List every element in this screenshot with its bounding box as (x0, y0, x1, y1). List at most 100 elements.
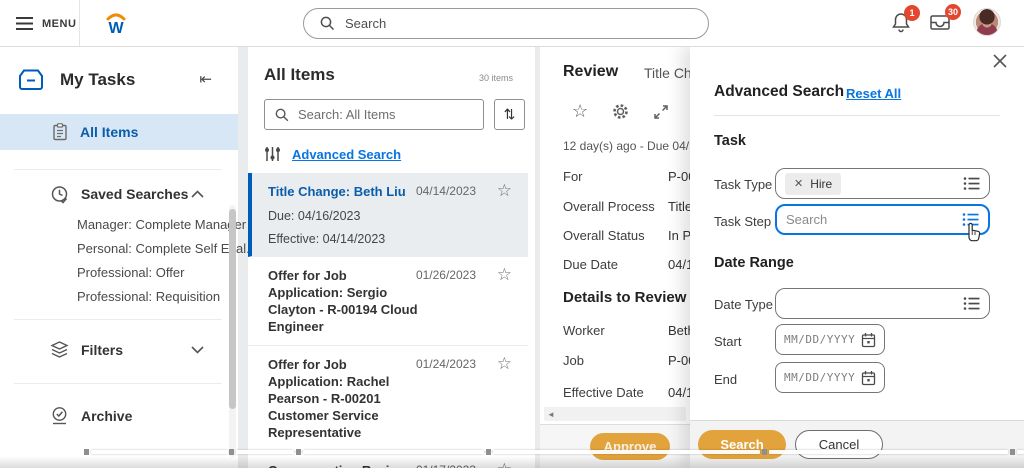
clock-icon (50, 185, 69, 204)
remove-chip-icon[interactable]: ✕ (794, 177, 803, 190)
menu-button[interactable]: MENU (16, 0, 76, 47)
star-icon[interactable]: ☆ (497, 265, 512, 285)
horizontal-scrollbar[interactable]: ◄ (544, 407, 686, 421)
chevron-up-icon[interactable] (191, 190, 204, 198)
task-type-input[interactable]: ✕ Hire (775, 168, 990, 199)
gear-icon[interactable] (611, 102, 630, 121)
task-title: Offer for Job Application: Sergio Clayto… (268, 268, 418, 334)
date-type-input[interactable] (775, 288, 990, 319)
approve-button[interactable]: Approve (590, 433, 670, 460)
task-list-item[interactable]: Compensation Review: Global Support Lead… (248, 452, 528, 468)
hamburger-icon (16, 17, 33, 30)
advanced-search-title: Advanced Search (714, 83, 845, 100)
global-search-bar[interactable]: Search (303, 8, 709, 39)
svg-text:W: W (108, 20, 124, 37)
task-list-item[interactable]: Offer for Job Application: Rachel Pearso… (248, 346, 528, 452)
saved-search-item[interactable]: Professional: Requisition (77, 289, 220, 304)
layers-icon (50, 341, 69, 359)
archive-check-icon (50, 406, 69, 426)
task-list-item[interactable]: Title Change: Beth Liu Due: 04/16/2023 E… (248, 173, 528, 257)
review-title: Review (563, 63, 619, 80)
list-search-input[interactable]: Search: All Items (264, 99, 484, 130)
chevron-down-icon[interactable] (191, 346, 204, 354)
sidebar-item-filters[interactable]: Filters (0, 337, 238, 363)
date-range-section-title: Date Range (714, 255, 794, 271)
task-step-search-field[interactable] (786, 212, 926, 227)
calendar-icon[interactable] (861, 332, 876, 348)
saved-searches-label: Saved Searches (81, 186, 189, 202)
start-date-label: Start (714, 334, 742, 349)
list-search-placeholder: Search: All Items (298, 107, 396, 122)
my-tasks-sidebar: My Tasks ⇤ All Items Saved Searches Mana… (0, 47, 261, 468)
clipboard-icon (52, 123, 68, 141)
task-title: Title Change: Beth Liu (268, 184, 406, 199)
scroll-left-icon[interactable]: ◄ (547, 410, 555, 419)
reset-all-link[interactable]: Reset All (846, 86, 901, 101)
sidebar-divider (14, 319, 222, 320)
sidebar-scrollbar[interactable] (229, 205, 236, 457)
field-value: P-000 (668, 353, 690, 368)
search-button[interactable]: Search (698, 430, 786, 459)
review-field-row: Due Date 04/1 (563, 257, 690, 272)
profile-avatar[interactable] (973, 8, 1001, 36)
task-date: 01/26/2023 (415, 268, 476, 282)
advanced-search-link[interactable]: Advanced Search (264, 146, 401, 162)
review-footer: Approve (540, 424, 690, 468)
sidebar-item-all-items[interactable]: All Items (0, 114, 238, 150)
all-items-panel: All Items 30 items Search: All Items ⇅ A… (248, 47, 535, 468)
list-panel-title: All Items (264, 65, 335, 84)
global-search-placeholder: Search (345, 16, 387, 31)
advanced-search-label: Advanced Search (292, 146, 402, 162)
top-bar: MENU W Search 1 30 (0, 0, 1024, 47)
field-value: Title (668, 199, 690, 214)
notifications-button[interactable]: 1 (890, 5, 926, 39)
advanced-search-panel: Advanced Search Reset All Task Task Type… (690, 45, 1024, 468)
task-step-label: Task Step (714, 214, 772, 229)
field-label: Overall Process (563, 199, 655, 214)
advanced-search-footer: Search Cancel (690, 420, 1024, 468)
task-date: 01/17/2023 (416, 463, 476, 468)
start-date-input[interactable]: MM/DD/YYYY (775, 324, 885, 355)
list-menu-icon[interactable] (963, 296, 980, 311)
task-step-input[interactable] (775, 204, 990, 235)
star-icon[interactable]: ☆ (572, 101, 588, 122)
workday-my-tasks-screen: MENU W Search 1 30 My Tasks ⇤ All Items … (0, 0, 1024, 468)
expand-icon[interactable] (653, 104, 669, 120)
star-icon[interactable]: ☆ (497, 354, 512, 374)
sidebar-item-saved-searches[interactable]: Saved Searches (0, 181, 238, 207)
sort-button[interactable]: ⇅ (494, 99, 525, 130)
cancel-button[interactable]: Cancel (795, 430, 883, 459)
close-icon[interactable] (992, 53, 1010, 71)
task-list: Title Change: Beth Liu Due: 04/16/2023 E… (248, 173, 528, 468)
saved-search-item[interactable]: Professional: Offer (77, 265, 184, 280)
archive-label: Archive (81, 408, 133, 424)
inbox-button[interactable]: 30 (928, 4, 968, 39)
field-value: Beth L (668, 323, 690, 338)
items-count: 30 items (478, 73, 513, 83)
task-type-chip[interactable]: ✕ Hire (785, 172, 842, 195)
sliders-icon (264, 146, 281, 162)
end-date-label: End (714, 372, 738, 387)
search-icon (320, 16, 335, 31)
sidebar-scrollbar-thumb[interactable] (229, 209, 236, 409)
calendar-icon[interactable] (861, 370, 876, 386)
review-detail-row: Effective Date 04/14 (563, 385, 690, 400)
mouse-hand-cursor (962, 220, 984, 244)
star-icon[interactable]: ☆ (497, 460, 512, 468)
star-icon[interactable]: ☆ (497, 181, 512, 201)
task-date: 01/24/2023 (415, 357, 476, 371)
inbox-badge: 30 (945, 4, 962, 20)
end-date-input[interactable]: MM/DD/YYYY (775, 362, 885, 393)
search-icon (275, 108, 289, 122)
list-menu-icon[interactable] (963, 176, 980, 191)
details-to-review-title: Details to Review (563, 289, 687, 306)
sidebar-header: My Tasks ⇤ (16, 63, 222, 97)
field-label: Overall Status (563, 228, 645, 243)
workday-logo[interactable]: W (102, 9, 130, 37)
sidebar-item-archive[interactable]: Archive (0, 403, 238, 429)
task-effective: Effective: 04/14/2023 (268, 232, 386, 246)
sidebar-all-items-label: All Items (80, 124, 139, 140)
task-list-item[interactable]: Offer for Job Application: Sergio Clayto… (248, 257, 528, 346)
field-label: Effective Date (563, 385, 644, 400)
collapse-sidebar-icon[interactable]: ⇤ (199, 70, 212, 88)
